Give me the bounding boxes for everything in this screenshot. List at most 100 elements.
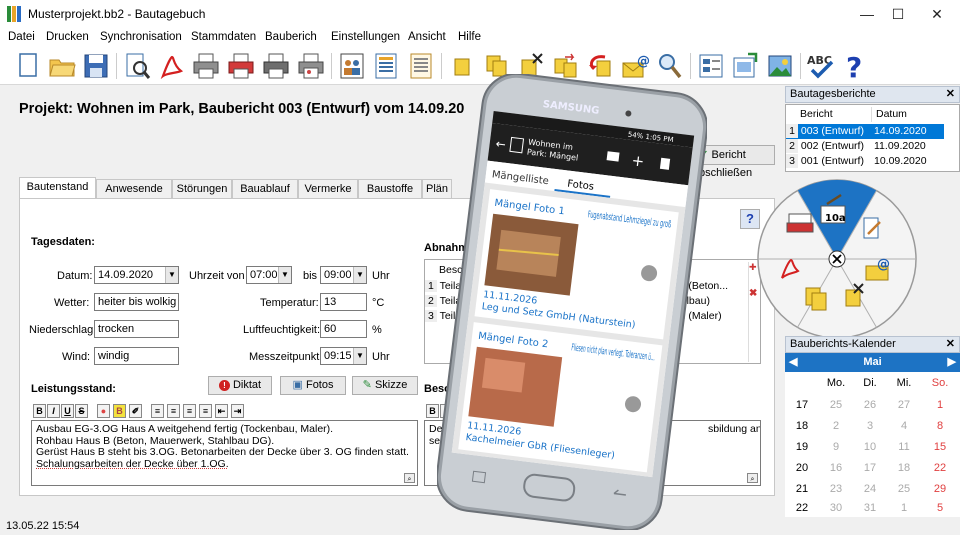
eraser-icon[interactable]: ✐: [129, 404, 142, 418]
messzeitpunkt-field[interactable]: 09:15 ▼: [320, 347, 367, 365]
calendar-day[interactable]: 8: [923, 420, 957, 432]
calendar-day[interactable]: 10: [853, 441, 887, 453]
italic-button[interactable]: I: [47, 404, 60, 418]
numbered-list-icon[interactable]: ≡: [167, 404, 180, 418]
calendar-day[interactable]: 30: [819, 502, 853, 514]
strikethrough-button[interactable]: S: [75, 404, 88, 418]
menu-hilfe[interactable]: Hilfe: [458, 31, 481, 43]
calendar-day[interactable]: 9: [819, 441, 853, 453]
tab-stoerungen[interactable]: Störungen: [172, 179, 232, 199]
expand-icon[interactable]: ⌕: [747, 473, 758, 483]
temperatur-field[interactable]: 13: [320, 293, 367, 311]
table-row[interactable]: 3 001 (Entwurf) 10.09.2020: [786, 154, 944, 169]
calendar-day[interactable]: 5: [923, 502, 957, 514]
calendar-day[interactable]: 1: [887, 502, 921, 514]
prev-month-icon[interactable]: ◀: [789, 353, 797, 372]
next-month-icon[interactable]: ▶: [948, 353, 956, 372]
niederschlag-field[interactable]: trocken: [94, 320, 179, 338]
calendar-day[interactable]: 24: [853, 483, 887, 495]
print-gray-icon[interactable]: [261, 51, 291, 81]
fotos-button[interactable]: ▣ Fotos: [280, 376, 346, 395]
tab-bauablauf[interactable]: Bauablauf: [232, 179, 298, 199]
list-icon[interactable]: ≡: [183, 404, 196, 418]
wind-field[interactable]: windig: [94, 347, 179, 365]
tab-anwesende[interactable]: Anwesende: [96, 179, 172, 199]
table-row[interactable]: 2 002 (Entwurf) 11.09.2020: [786, 139, 944, 154]
highlight-icon[interactable]: B: [113, 404, 126, 418]
calendar-day[interactable]: 27: [887, 399, 921, 411]
camera-icon[interactable]: [606, 151, 620, 162]
contacts-icon[interactable]: [337, 51, 367, 81]
calendar-day[interactable]: 25: [819, 399, 853, 411]
image-icon[interactable]: [765, 51, 795, 81]
outdent-icon[interactable]: ⇤: [215, 404, 228, 418]
align-icon[interactable]: ≡: [199, 404, 212, 418]
add-icon[interactable]: +: [631, 151, 646, 170]
underline-button[interactable]: U: [61, 404, 74, 418]
photo-export-icon[interactable]: [730, 51, 760, 81]
tab-vermerke[interactable]: Vermerke: [298, 179, 358, 199]
close-window-button[interactable]: ✕: [914, 0, 960, 28]
datum-field[interactable]: 14.09.2020 ▼: [94, 266, 179, 284]
calendar-day[interactable]: 26: [853, 399, 887, 411]
menu-bauberich[interactable]: Bauberich: [265, 31, 317, 43]
chevron-down-icon[interactable]: ▼: [353, 267, 366, 283]
calendar-day[interactable]: 17: [853, 462, 887, 474]
bullet-list-icon[interactable]: ≡: [151, 404, 164, 418]
calendar-day[interactable]: 22: [923, 462, 957, 474]
table-row[interactable]: 1 003 (Entwurf) 14.09.2020: [786, 124, 944, 139]
new-document-icon[interactable]: [13, 51, 43, 81]
print-red-icon[interactable]: [226, 51, 256, 81]
chevron-down-icon[interactable]: ▼: [278, 267, 291, 283]
calendar-day[interactable]: 3: [853, 420, 887, 432]
menu-synchronisation[interactable]: Synchronisation: [100, 31, 182, 43]
print-icon[interactable]: [191, 51, 221, 81]
leistungsstand-textarea[interactable]: Ausbau EG-3.OG Haus A weitgehend fertig …: [31, 420, 418, 486]
menu-einstellungen[interactable]: Einstellungen: [331, 31, 400, 43]
skizze-button[interactable]: ✎ Skizze: [352, 376, 418, 395]
tab-bautenstand[interactable]: Bautenstand: [19, 177, 96, 199]
spellcheck-icon[interactable]: ABC: [806, 51, 836, 81]
uhrzeit-bis-field[interactable]: 09:00 ▼: [320, 266, 367, 284]
calendar-day[interactable]: 4: [887, 420, 921, 432]
menu-stammdaten[interactable]: Stammdaten: [191, 31, 256, 43]
pdf-icon[interactable]: [157, 51, 187, 81]
help-icon[interactable]: ?: [840, 51, 870, 84]
calendar-day[interactable]: 31: [853, 502, 887, 514]
chevron-down-icon[interactable]: ▼: [353, 348, 366, 364]
calendar-day[interactable]: 2: [819, 420, 853, 432]
save-icon[interactable]: [81, 51, 111, 81]
calendar-day[interactable]: 29: [923, 483, 957, 495]
uhrzeit-von-field[interactable]: 07:00 ▼: [246, 266, 292, 284]
menu-ansicht[interactable]: Ansicht: [408, 31, 446, 43]
list-icon[interactable]: [406, 51, 436, 81]
chevron-down-icon[interactable]: ▼: [165, 267, 178, 283]
print-preview-icon[interactable]: [122, 51, 152, 81]
trash-icon[interactable]: [659, 157, 671, 170]
tab-baustoffe[interactable]: Baustoffe: [358, 179, 422, 199]
open-folder-icon[interactable]: [47, 51, 77, 81]
close-icon[interactable]: ✕: [946, 87, 955, 102]
report-icon[interactable]: [371, 51, 401, 81]
calendar-day[interactable]: 18: [887, 462, 921, 474]
menu-drucken[interactable]: Drucken: [46, 31, 89, 43]
color-icon[interactable]: ●: [97, 404, 110, 418]
calendar-day[interactable]: 16: [819, 462, 853, 474]
luftfeuchtigkeit-field[interactable]: 60: [320, 320, 367, 338]
bold-button[interactable]: B: [33, 404, 46, 418]
edit-document-icon[interactable]: [863, 217, 879, 239]
back-arrow-icon[interactable]: ←: [495, 137, 507, 152]
calendar-day[interactable]: 15: [923, 441, 957, 453]
calendar-day[interactable]: 23: [819, 483, 853, 495]
calendar-day[interactable]: 25: [887, 483, 921, 495]
delete-note-icon[interactable]: [845, 289, 861, 307]
diktat-button[interactable]: ! Diktat: [208, 376, 272, 395]
print-card-icon[interactable]: [296, 51, 326, 81]
calendar-day[interactable]: 11: [887, 441, 921, 453]
calendar-day[interactable]: 1: [923, 399, 957, 411]
indent-icon[interactable]: ⇥: [231, 404, 244, 418]
close-icon[interactable]: ✕: [946, 337, 955, 352]
menu-datei[interactable]: Datei: [8, 31, 35, 43]
expand-icon[interactable]: ⌕: [404, 473, 415, 483]
wetter-field[interactable]: heiter bis wolkig: [94, 293, 179, 311]
